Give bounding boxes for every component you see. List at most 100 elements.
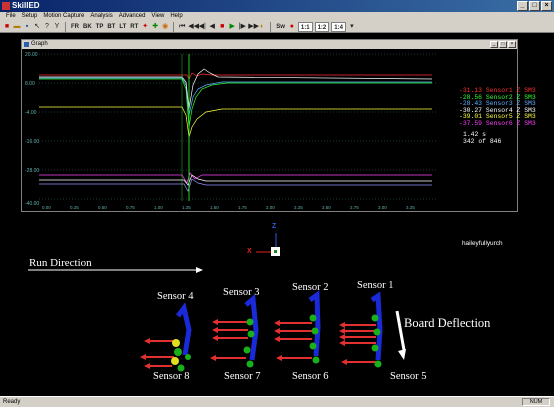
menu-bar: File Setup Motion Capture Analysis Advan… <box>0 12 554 21</box>
stop-icon[interactable]: ■ <box>218 22 226 32</box>
loop-icon[interactable]: ◐ <box>258 22 266 32</box>
sensor-2-label: Sensor 2 <box>292 282 329 293</box>
help-icon[interactable]: ? <box>43 22 51 32</box>
save-icon[interactable]: ▪ <box>23 22 31 32</box>
toolbar: ■ ▬ ▪ ↖ ? Y FR BK TP BT LT RT ✦ ✚ ◉ ⏮ ◀◀… <box>0 21 554 33</box>
menu-file[interactable]: File <box>3 12 19 21</box>
sensor5-trace <box>39 106 432 138</box>
graph-window: Graph _ □ × 20.00 8.00 -4.00 -16.00 -28.… <box>21 39 536 247</box>
close-button[interactable]: × <box>541 1 552 11</box>
window-title: SkillED <box>12 1 40 10</box>
record-icon[interactable]: ● <box>288 22 296 32</box>
zoom-1-2-button[interactable]: 1:2 <box>314 21 330 32</box>
sensor3-trace <box>39 77 432 116</box>
sensor-4-label: Sensor 4 <box>157 291 194 302</box>
move-icon[interactable]: ✚ <box>151 22 159 32</box>
x-tick-label: 2.50 <box>322 205 331 210</box>
graph-maximize-button[interactable]: □ <box>499 41 507 48</box>
menu-help[interactable]: Help <box>167 12 185 21</box>
skip-start-icon[interactable]: ⏮ <box>178 22 186 32</box>
options-icon[interactable]: ▾ <box>348 22 356 32</box>
x-tick-label: 0.25 <box>70 205 79 210</box>
x-tick-label: 3.00 <box>378 205 387 210</box>
y-tick-label: 20.00 <box>25 52 38 58</box>
menu-advanced[interactable]: Advanced <box>116 12 149 21</box>
step-back-icon[interactable]: ◀| <box>198 22 206 32</box>
status-text: Ready <box>3 399 21 405</box>
view-front-button[interactable]: FR <box>70 22 80 32</box>
view-top-button[interactable]: TP <box>95 22 105 32</box>
sensor-7-label: Sensor 7 <box>224 371 261 382</box>
time-readout: 1.42 s <box>463 131 487 138</box>
axis-z-label: Z <box>272 223 277 230</box>
rewind-icon[interactable]: ◀◀ <box>188 22 199 32</box>
sensor7-trace <box>39 174 432 186</box>
sensor6-trace <box>39 172 432 184</box>
menu-setup[interactable]: Setup <box>19 12 41 21</box>
x-tick-label: 1.50 <box>210 205 219 210</box>
fast-forward-icon[interactable]: ▶▶ <box>248 22 259 32</box>
run-direction-label: Run Direction <box>29 257 92 269</box>
graph-minimize-button[interactable]: _ <box>490 41 498 48</box>
step-forward-icon[interactable]: |▶ <box>238 22 246 32</box>
y-tick-label: -28.00 <box>25 168 39 174</box>
x-tick-label: 0.00 <box>42 205 51 210</box>
view-left-button[interactable]: LT <box>118 22 127 32</box>
view-back-button[interactable]: BK <box>82 22 93 32</box>
zoom-1-1-button[interactable]: 1:1 <box>297 21 313 32</box>
3d-viewport[interactable] <box>0 214 554 398</box>
sensor-8-label: Sensor 8 <box>153 371 190 382</box>
tool-icon[interactable]: Y <box>53 22 61 32</box>
sensor-1-label: Sensor 1 <box>357 280 394 291</box>
rotate-icon[interactable]: ✦ <box>141 22 149 32</box>
open-file-icon[interactable]: ▬ <box>13 22 21 32</box>
menu-analysis[interactable]: Analysis <box>87 12 115 21</box>
y-grid <box>39 53 437 200</box>
x-tick-label: 1.00 <box>154 205 163 210</box>
sensor-6-label: Sensor 6 <box>292 371 329 382</box>
axis-x-label: X <box>247 248 252 255</box>
graph-title: Graph <box>31 41 48 47</box>
graph-icon <box>24 42 29 47</box>
window-controls: _ □ × <box>517 1 552 11</box>
view-right-button[interactable]: RT <box>129 22 139 32</box>
select-icon[interactable]: ↖ <box>33 22 41 32</box>
y-tick-label: -4.00 <box>25 110 37 116</box>
graph-window-controls: _ □ × <box>490 41 516 48</box>
toolbar-separator <box>65 21 66 32</box>
menu-motion-capture[interactable]: Motion Capture <box>40 12 87 21</box>
y-tick-label: 8.00 <box>25 81 35 87</box>
title-bar: SkillED _ □ × <box>0 0 554 12</box>
play-icon[interactable]: ▶ <box>228 22 236 32</box>
legend-row: -37.59 Sensor6 Z SM3 <box>459 119 536 128</box>
graph-title-bar: Graph _ □ × <box>22 40 517 49</box>
app-icon <box>2 2 10 10</box>
maximize-button[interactable]: □ <box>529 1 540 11</box>
zoom-icon[interactable]: ◉ <box>161 22 169 32</box>
x-tick-label: 1.75 <box>238 205 247 210</box>
x-tick-label: 2.25 <box>294 205 303 210</box>
x-tick-label: 2.00 <box>266 205 275 210</box>
zoom-1-4-button[interactable]: 1:4 <box>331 21 346 32</box>
y-tick-label: -40.00 <box>25 201 39 207</box>
play-back-icon[interactable]: ◀ <box>208 22 216 32</box>
x-tick-label: 0.50 <box>98 205 107 210</box>
minimize-button[interactable]: _ <box>517 1 528 11</box>
y-tick-label: -16.00 <box>25 139 39 145</box>
graph-legend: -31.13 Sensor1 Z SM3 -28.56 Sensor2 Z SM… <box>459 87 536 128</box>
sensor-3-label: Sensor 3 <box>223 287 260 298</box>
graph-close-button[interactable]: × <box>508 41 516 48</box>
sensor-5-label: Sensor 5 <box>390 371 427 382</box>
legend-label: Sensor6 Z SM3 <box>485 119 536 127</box>
menu-view[interactable]: View <box>148 12 167 21</box>
graph-plot[interactable]: 20.00 8.00 -4.00 -16.00 -28.00 -40.00 0.… <box>22 49 517 212</box>
board-deflection-label: Board Deflection <box>404 316 491 330</box>
x-tick-label: 1.25 <box>182 205 191 210</box>
new-file-icon[interactable]: ■ <box>3 22 11 32</box>
status-bar: Ready NUM <box>0 396 554 407</box>
num-lock-indicator: NUM <box>522 398 550 406</box>
x-tick-label: 0.75 <box>126 205 135 210</box>
speed-button[interactable]: Sw <box>275 22 286 32</box>
toolbar-separator <box>173 21 175 32</box>
view-bottom-button[interactable]: BT <box>106 22 116 32</box>
